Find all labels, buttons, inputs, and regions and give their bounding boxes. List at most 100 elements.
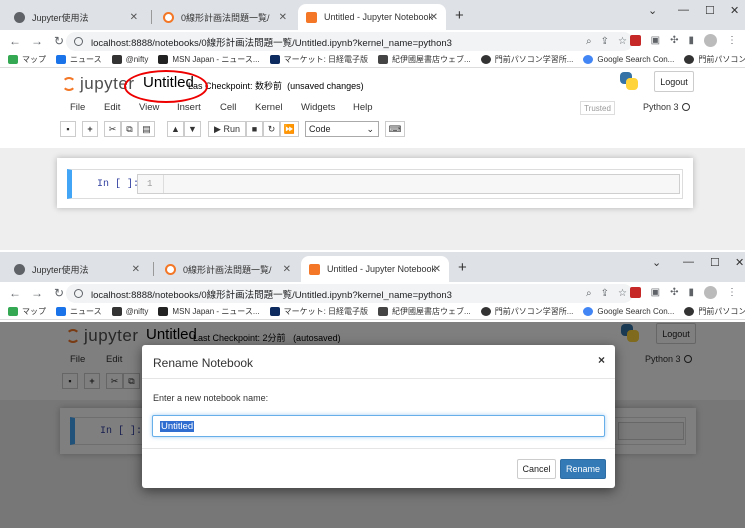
- close-icon[interactable]: ✕: [132, 264, 140, 275]
- new-tab-button[interactable]: +: [455, 7, 464, 24]
- sidepanel-icon[interactable]: ▮: [688, 35, 694, 46]
- paste-icon[interactable]: ▤: [138, 121, 155, 137]
- close-icon[interactable]: ✕: [430, 12, 438, 23]
- sidepanel-icon[interactable]: ▮: [688, 287, 694, 298]
- bookmark-item[interactable]: MSN Japan - ニュース...: [158, 306, 260, 317]
- profile-avatar[interactable]: [704, 286, 717, 299]
- tab-lp-folder[interactable]: 0線形計画法問題一覧/ ✕: [157, 256, 299, 282]
- bookmark-item[interactable]: 門前パソコン学習所: [684, 54, 745, 65]
- code-cell[interactable]: In [ ]: 1: [67, 169, 683, 199]
- move-down-icon[interactable]: ▼: [184, 121, 201, 137]
- extension-icon[interactable]: ▣: [651, 287, 660, 298]
- bookmark-item[interactable]: 門前パソコン学習所...: [480, 306, 573, 317]
- close-icon[interactable]: ×: [598, 353, 605, 367]
- rename-button[interactable]: Rename: [560, 459, 606, 479]
- add-cell-icon[interactable]: +: [82, 121, 98, 137]
- save-icon[interactable]: ▪: [60, 121, 76, 137]
- back-button[interactable]: ←: [6, 34, 24, 48]
- menu-kebab-icon[interactable]: ⋮: [727, 287, 737, 298]
- notebook-name-input[interactable]: Untitled: [152, 415, 605, 437]
- restart-run-all-icon[interactable]: ⏩: [280, 121, 299, 137]
- tab-jupyter-usage[interactable]: Jupyter使用法 ✕: [6, 4, 146, 30]
- bookmark-item[interactable]: 門前パソコン学習所...: [480, 54, 573, 65]
- tab-lp-folder[interactable]: 0線形計画法問題一覧/ ✕: [155, 4, 295, 30]
- bookmark-item[interactable]: 紀伊國屋書店ウェブ...: [378, 54, 471, 65]
- tab-jupyter-usage[interactable]: Jupyter使用法 ✕: [6, 256, 148, 282]
- bookmark-star-icon[interactable]: ☆: [618, 36, 627, 47]
- logout-button[interactable]: Logout: [654, 71, 694, 92]
- keyboard-icon[interactable]: ⌨: [385, 121, 405, 137]
- address-bar[interactable]: localhost:8888/notebooks/0線形計画法問題一覧/Unti…: [66, 284, 633, 303]
- bookmark-item[interactable]: Google Search Con...: [583, 307, 674, 316]
- cancel-button[interactable]: Cancel: [517, 459, 556, 479]
- cut-icon[interactable]: ✂: [104, 121, 121, 137]
- profile-avatar[interactable]: [704, 34, 717, 47]
- bookmark-item[interactable]: MSN Japan - ニュース...: [158, 54, 260, 65]
- bookmark-star-icon[interactable]: ☆: [618, 288, 627, 299]
- menu-cell[interactable]: Cell: [220, 102, 236, 113]
- bookmark-item[interactable]: 紀伊國屋書店ウェブ...: [378, 306, 471, 317]
- extension-icon[interactable]: ▣: [651, 35, 660, 46]
- bookmark-item[interactable]: ニュース: [56, 306, 102, 317]
- close-icon[interactable]: ✕: [283, 264, 291, 275]
- cell-type-select[interactable]: Code ⌄: [305, 121, 379, 137]
- close-icon[interactable]: ✕: [130, 12, 138, 23]
- close-icon[interactable]: ✕: [433, 264, 441, 275]
- stop-icon[interactable]: ■: [246, 121, 263, 137]
- menu-kebab-icon[interactable]: ⋮: [727, 35, 737, 46]
- bookmark-item[interactable]: @nifty: [111, 307, 148, 316]
- forward-button[interactable]: →: [28, 34, 46, 48]
- jupyter-logo-icon: [62, 77, 76, 91]
- restart-icon[interactable]: ↻: [263, 121, 280, 137]
- address-bar[interactable]: localhost:8888/notebooks/0線形計画法問題一覧/Unti…: [66, 32, 633, 51]
- move-up-icon[interactable]: ▲: [167, 121, 184, 137]
- menu-kernel[interactable]: Kernel: [255, 102, 282, 113]
- back-button[interactable]: ←: [6, 286, 24, 300]
- tab-untitled-notebook[interactable]: Untitled - Jupyter Notebook ✕: [301, 256, 449, 282]
- menu-widgets[interactable]: Widgets: [301, 102, 335, 113]
- forward-button[interactable]: →: [28, 286, 46, 300]
- bookmark-item[interactable]: マップ: [8, 54, 46, 65]
- autosave-status: (unsaved changes): [287, 81, 364, 91]
- trusted-indicator[interactable]: Trusted: [580, 101, 615, 115]
- zoom-icon[interactable]: ⌕: [586, 36, 592, 47]
- bookmark-item[interactable]: マーケット: 日経電子版: [269, 54, 368, 65]
- news-icon: [56, 307, 66, 316]
- maximize-button[interactable]: ☐: [705, 4, 715, 17]
- puzzle-icon[interactable]: ✣: [670, 35, 678, 46]
- menu-help[interactable]: Help: [353, 102, 373, 113]
- google-icon: [583, 55, 594, 64]
- window-close-button[interactable]: ✕: [735, 256, 744, 269]
- pdf-extension-icon[interactable]: [629, 35, 641, 46]
- bookmark-item[interactable]: マーケット: 日経電子版: [269, 306, 368, 317]
- share-icon[interactable]: ⇪: [601, 36, 609, 47]
- pdf-extension-icon[interactable]: [629, 287, 641, 298]
- share-icon[interactable]: ⇪: [601, 288, 609, 299]
- copy-icon[interactable]: ⧉: [121, 121, 138, 137]
- bookmark-item[interactable]: ニュース: [56, 54, 102, 65]
- bookmark-item[interactable]: Google Search Con...: [583, 55, 674, 64]
- new-tab-button[interactable]: +: [458, 259, 467, 276]
- menu-insert[interactable]: Insert: [177, 102, 201, 113]
- url-text: localhost:8888/notebooks/0線形計画法問題一覧/Unti…: [91, 37, 452, 49]
- minimize-button[interactable]: —: [678, 4, 689, 16]
- puzzle-icon[interactable]: ✣: [670, 287, 678, 298]
- site-info-icon[interactable]: [74, 289, 83, 298]
- menu-edit[interactable]: Edit: [104, 102, 120, 113]
- menu-view[interactable]: View: [139, 102, 159, 113]
- chevron-down-icon[interactable]: ⌄: [648, 4, 657, 17]
- chevron-down-icon[interactable]: ⌄: [652, 256, 661, 269]
- close-icon[interactable]: ✕: [279, 12, 287, 23]
- bookmark-item[interactable]: 門前パソコン学習所: [684, 306, 745, 317]
- bookmark-item[interactable]: マップ: [8, 306, 46, 317]
- site-info-icon[interactable]: [74, 37, 83, 46]
- minimize-button[interactable]: —: [683, 256, 694, 268]
- window-close-button[interactable]: ✕: [730, 4, 739, 17]
- code-editor[interactable]: 1: [137, 174, 680, 194]
- bookmark-item[interactable]: @nifty: [111, 55, 148, 64]
- maximize-button[interactable]: ☐: [710, 256, 720, 269]
- tab-untitled-notebook[interactable]: Untitled - Jupyter Notebook ✕: [298, 4, 446, 30]
- menu-file[interactable]: File: [70, 102, 85, 113]
- run-button[interactable]: ▶ Run: [208, 121, 246, 137]
- zoom-icon[interactable]: ⌕: [586, 288, 592, 299]
